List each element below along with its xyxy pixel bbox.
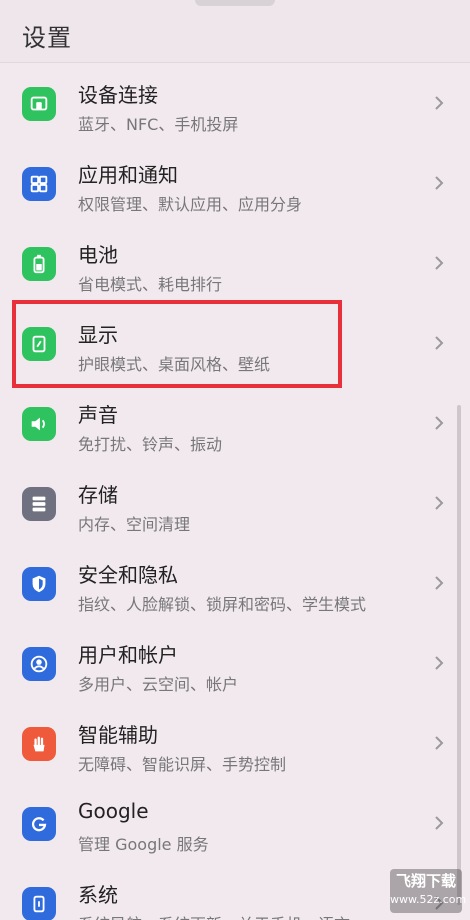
battery-icon (22, 247, 56, 281)
watermark-sub: www.52z.com (390, 893, 467, 906)
watermark-logo: 飞翔下载 www.52z.com (390, 869, 467, 913)
item-subtitle: 省电模式、耗电排行 (78, 275, 223, 294)
item-title: 系统 (78, 883, 118, 907)
apps-grid-icon (22, 167, 56, 201)
item-subtitle: 权限管理、默认应用、应用分身 (78, 195, 303, 214)
settings-item-users-accounts[interactable]: 用户和帐户 多用户、云空间、帐户 (0, 623, 470, 703)
settings-list[interactable]: 设备连接 蓝牙、NFC、手机投屏 应用和通知 权限管理、默认应用、应用分身 电池… (0, 62, 470, 920)
settings-item-apps-notifications[interactable]: 应用和通知 权限管理、默认应用、应用分身 (0, 143, 470, 223)
chevron-right-icon (435, 736, 444, 750)
scrollbar[interactable] (457, 405, 461, 905)
item-title: 智能辅助 (78, 723, 158, 747)
item-subtitle: 内存、空间清理 (78, 515, 191, 534)
chevron-right-icon (435, 256, 444, 270)
system-icon (22, 887, 56, 920)
item-subtitle: 无障碍、智能识屏、手势控制 (78, 755, 287, 774)
item-title: 安全和隐私 (78, 563, 178, 587)
settings-item-security-privacy[interactable]: 安全和隐私 指纹、人脸解锁、锁屏和密码、学生模式 (0, 543, 470, 623)
item-subtitle: 免打扰、铃声、振动 (78, 435, 223, 454)
item-subtitle: 蓝牙、NFC、手机投屏 (78, 115, 239, 134)
hand-icon (22, 727, 56, 761)
settings-item-display[interactable]: 显示 护眼模式、桌面风格、壁纸 (0, 303, 470, 383)
chevron-right-icon (435, 176, 444, 190)
item-subtitle: 指纹、人脸解锁、锁屏和密码、学生模式 (78, 595, 367, 614)
item-title: 用户和帐户 (78, 643, 178, 667)
storage-icon (22, 487, 56, 521)
chevron-right-icon (435, 656, 444, 670)
speaker-icon (22, 407, 56, 441)
item-title: 显示 (78, 323, 118, 347)
item-subtitle: 管理 Google 服务 (78, 835, 209, 854)
device-connect-icon (22, 87, 56, 121)
chevron-right-icon (435, 576, 444, 590)
chevron-right-icon (435, 496, 444, 510)
settings-item-sound[interactable]: 声音 免打扰、铃声、振动 (0, 383, 470, 463)
chevron-right-icon (435, 96, 444, 110)
item-title: 声音 (78, 403, 118, 427)
settings-item-storage[interactable]: 存储 内存、空间清理 (0, 463, 470, 543)
settings-item-battery[interactable]: 电池 省电模式、耗电排行 (0, 223, 470, 303)
settings-item-smart-assistance[interactable]: 智能辅助 无障碍、智能识屏、手势控制 (0, 703, 470, 783)
display-icon (22, 327, 56, 361)
item-subtitle: 多用户、云空间、帐户 (78, 675, 239, 694)
item-title: 应用和通知 (78, 163, 178, 187)
page-title: 设置 (22, 24, 72, 52)
top-notch (195, 0, 275, 6)
user-icon (22, 647, 56, 681)
shield-icon (22, 567, 56, 601)
chevron-right-icon (435, 336, 444, 350)
watermark-main: 飞翔下载 (395, 872, 456, 890)
item-title: 存储 (78, 483, 118, 507)
settings-item-google[interactable]: Google 管理 Google 服务 (0, 783, 470, 863)
item-title: 电池 (78, 243, 118, 267)
chevron-right-icon (435, 816, 444, 830)
item-title: Google (78, 799, 149, 823)
google-icon (22, 807, 56, 841)
chevron-right-icon (435, 416, 444, 430)
item-title: 设备连接 (78, 83, 158, 107)
settings-item-device-connection[interactable]: 设备连接 蓝牙、NFC、手机投屏 (0, 63, 470, 143)
item-subtitle: 护眼模式、桌面风格、壁纸 (78, 355, 271, 374)
